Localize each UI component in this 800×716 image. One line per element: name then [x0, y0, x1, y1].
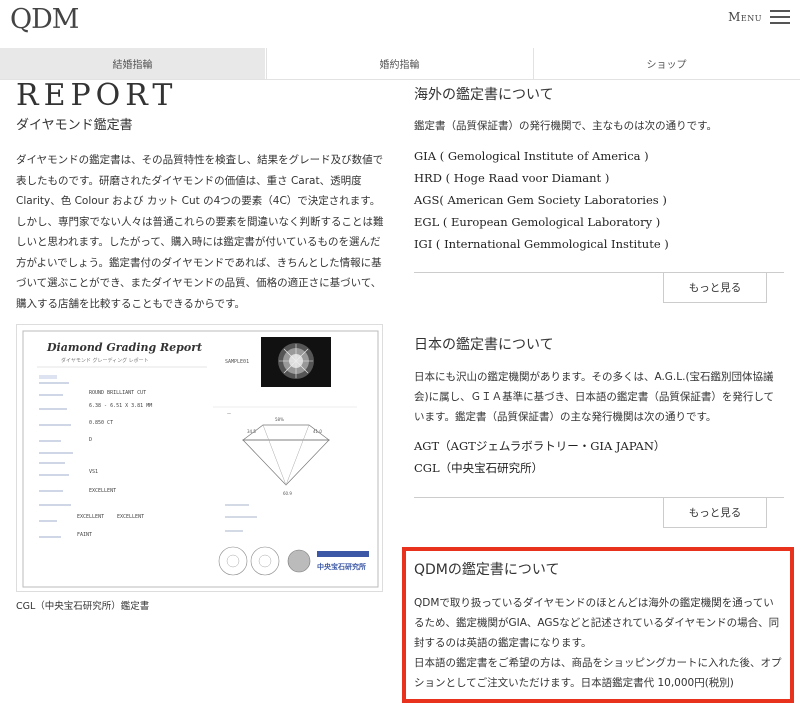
menu-button[interactable]: Menu — [728, 10, 790, 24]
report-paragraph-2: しかし、専門家でない人々は普通これらの要素を間違いなく判断することは難しいと思わ… — [16, 215, 384, 310]
japan-intro: 日本にも沢山の鑑定機関があります。その多くは、A.G.L.(宝石鑑別団体協議会)… — [414, 371, 775, 423]
overseas-intro: 鑑定書（品質保証書）の発行機関で、主なものは次の通りです。 — [414, 120, 718, 132]
hamburger-icon[interactable] — [770, 10, 790, 24]
qdm-paragraph-1: QDMで取り扱っているダイヤモンドのほとんどは海外の鑑定機関を通っているため、鑑… — [414, 597, 780, 649]
cert-field-cut: EXCELLENT — [89, 488, 116, 494]
overseas-org-list: GIA ( Gemological Institute of America )… — [414, 145, 669, 255]
cert-field-carat: 0.850 CT — [89, 420, 113, 426]
certificate-illustration: Diamond Grading Report ダイヤモンド グレーディング レポ… — [22, 330, 379, 588]
certificate-caption: CGL（中央宝石研究所）鑑定書 — [16, 601, 150, 612]
svg-text:60.9: 60.9 — [283, 491, 292, 496]
overseas-org-igi: IGI ( International Gemmological Institu… — [414, 237, 669, 251]
page-subtitle: ダイヤモンド鑑定書 — [16, 118, 133, 133]
cert-lab-name: 中央宝石研究所 — [317, 562, 366, 571]
svg-text:41.0: 41.0 — [313, 429, 322, 434]
menu-label[interactable]: Menu — [728, 10, 762, 24]
tab-engagement-rings[interactable]: 婚約指輪 — [266, 48, 533, 79]
report-description: ダイヤモンドの鑑定書は、その品質特性を検査し、結果をグレード及び数値で表したもの… — [16, 150, 386, 314]
qdm-section-title: QDMの鑑定書について — [414, 562, 560, 578]
cert-field-color: D — [89, 437, 92, 443]
category-tabs: 結婚指輪 婚約指輪 ショップ — [0, 48, 800, 80]
japan-org-agt: AGT（AGTジェムラボラトリー・GIA JAPAN） — [414, 439, 666, 453]
cert-field-measure: 6.38 - 6.51 X 3.81 MM — [89, 403, 152, 409]
qdm-paragraph-2: 日本語の鑑定書をご希望の方は、商品をショッピングカートに入れた後、オプションとし… — [414, 657, 782, 689]
overseas-org-gia: GIA ( Gemological Institute of America ) — [414, 149, 649, 163]
japan-section-title: 日本の鑑定書について — [414, 337, 554, 353]
tab-shop[interactable]: ショップ — [533, 48, 800, 79]
overseas-section-title: 海外の鑑定書について — [414, 87, 554, 103]
japan-more-button[interactable]: もっと見る — [663, 497, 767, 528]
overseas-org-egl: EGL ( European Gemological Laboratory ) — [414, 215, 661, 229]
cert-field-symmetry: EXCELLENT — [117, 514, 144, 520]
overseas-org-hrd: HRD ( Hoge Raad voor Diamant ) — [414, 171, 610, 185]
cert-field-fluor: FAINT — [77, 532, 92, 538]
site-header: QDM Menu — [0, 0, 800, 48]
svg-text:34.5: 34.5 — [247, 429, 256, 434]
cert-sample-id: SAMPLE01 — [225, 359, 249, 365]
overseas-org-ags: AGS( American Gem Society Laboratories ) — [414, 193, 667, 207]
site-logo[interactable]: QDM — [10, 4, 79, 35]
cert-field-shape: ROUND BRILLIANT CUT — [89, 390, 146, 396]
cert-heading: Diamond Grading Report — [46, 341, 202, 354]
svg-text:58%: 58% — [275, 417, 284, 422]
overseas-more-button[interactable]: もっと見る — [663, 272, 767, 303]
svg-text:—: — — [227, 411, 231, 416]
certificate-image: Diamond Grading Report ダイヤモンド グレーディング レポ… — [16, 324, 383, 592]
cert-field-clarity: VS1 — [89, 469, 98, 475]
japan-org-list: AGT（AGTジェムラボラトリー・GIA JAPAN） CGL（中央宝石研究所） — [414, 435, 665, 479]
report-paragraph-1: ダイヤモンドの鑑定書は、その品質特性を検査し、結果をグレード及び数値で表したもの… — [16, 154, 384, 207]
tab-wedding-rings[interactable]: 結婚指輪 — [0, 48, 266, 79]
cert-field-polish: EXCELLENT — [77, 514, 104, 520]
cert-subheading: ダイヤモンド グレーディング レポート — [61, 357, 149, 364]
japan-org-cgl: CGL（中央宝石研究所） — [414, 461, 544, 475]
qdm-body: QDMで取り扱っているダイヤモンドのほとんどは海外の鑑定機関を通っているため、鑑… — [414, 593, 784, 693]
page-title: REPORT — [16, 78, 178, 113]
